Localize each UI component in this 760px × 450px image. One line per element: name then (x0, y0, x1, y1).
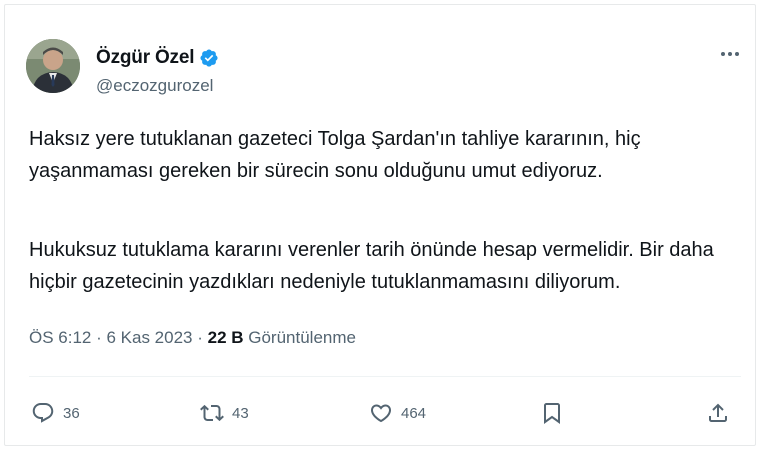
bookmark-icon (544, 403, 560, 424)
bookmark-button[interactable] (540, 401, 564, 425)
tweet-date[interactable]: 6 Kas 2023 (106, 328, 192, 348)
meta-separator: · (91, 328, 107, 347)
reply-button[interactable]: 36 (31, 401, 80, 425)
tweet-card: Özgür Özel @eczozgurozel Haksız yere tut… (4, 4, 756, 446)
retweet-button[interactable]: 43 (200, 401, 249, 425)
author-name[interactable]: Özgür Özel (96, 47, 194, 69)
reply-count: 36 (63, 404, 80, 422)
share-icon (709, 403, 727, 422)
more-options-button[interactable] (717, 41, 743, 67)
tweet-paragraph: Hukuksuz tutuklama kararını verenler tar… (29, 239, 714, 293)
retweet-icon (200, 404, 224, 422)
avatar[interactable] (26, 39, 80, 93)
tweet-paragraph: Haksız yere tutuklanan gazeteci Tolga Şa… (29, 128, 641, 182)
share-button[interactable] (706, 401, 730, 425)
like-button[interactable]: 464 (369, 401, 426, 425)
tweet-meta: ÖS 6:12 · 6 Kas 2023 · 22 B Görüntülenme (29, 328, 356, 348)
retweet-count: 43 (232, 404, 249, 422)
more-dot-icon (735, 52, 739, 56)
verified-badge-icon (200, 49, 218, 67)
meta-separator: · (192, 328, 208, 347)
like-count: 464 (401, 404, 427, 422)
more-dot-icon (721, 52, 725, 56)
more-dot-icon (728, 52, 732, 56)
divider (29, 376, 741, 377)
author-name-row[interactable]: Özgür Özel (96, 47, 219, 69)
reply-icon (32, 403, 54, 423)
heart-icon (370, 404, 392, 423)
views-count[interactable]: 22 B (208, 328, 244, 348)
author-handle[interactable]: @eczozgurozel (96, 76, 213, 96)
views-label: Görüntülenme (243, 328, 356, 347)
tweet-time[interactable]: ÖS 6:12 (29, 328, 91, 348)
